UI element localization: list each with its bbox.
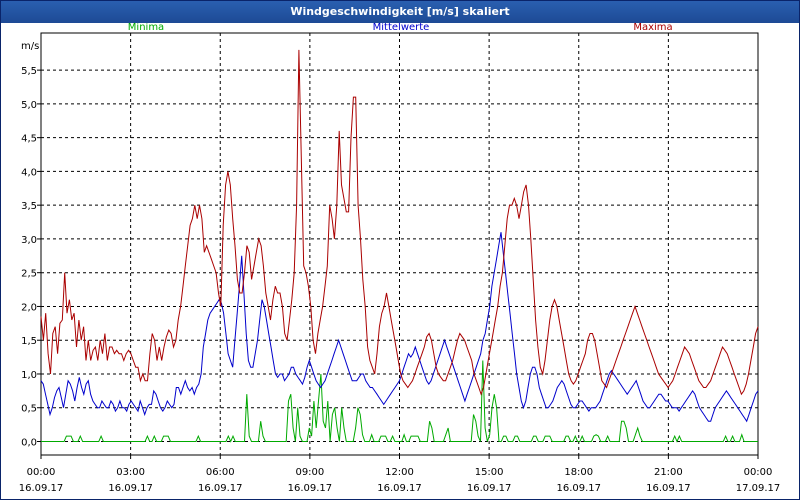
y-tick-label: 1,0	[21, 370, 37, 381]
y-tick-label: 5,0	[21, 100, 37, 111]
series-line-mittelwerte	[40, 232, 759, 423]
x-tick-label-date: 17.09.17	[736, 483, 781, 494]
x-tick-label-time: 18:00	[564, 467, 593, 478]
x-tick-label-date: 16.09.17	[288, 483, 333, 494]
x-tick-label-time: 21:00	[654, 467, 683, 478]
x-tick-label-time: 06:00	[206, 467, 235, 478]
x-tick-label-time: 15:00	[475, 467, 504, 478]
x-tick-label-time: 00:00	[27, 467, 56, 478]
legend-mittelwerte: Mittelwerte	[373, 23, 430, 33]
x-tick-label-date: 16.09.17	[108, 483, 153, 494]
wind-speed-chart: 0,0 0,5 1,0 1,5 2,0 2,5 3,0 3,5 4,0 4,5 5,0 5,5 m/s 0…	[19, 23, 781, 494]
y-tick-label: 3,5	[21, 201, 37, 212]
y-tick-label: 1,5	[21, 336, 37, 347]
x-tick-label-date: 16.09.17	[19, 483, 64, 494]
y-tick-label: 0,5	[21, 404, 37, 415]
window-title: Windgeschwindigkeit [m/s] skaliert	[1, 1, 799, 23]
y-tick-label: 0,0	[21, 437, 37, 448]
x-tick-label-time: 03:00	[116, 467, 145, 478]
y-tick-label: 2,5	[21, 269, 37, 280]
legend-minima: Minima	[128, 23, 164, 33]
x-tick-label-date: 16.09.17	[377, 483, 422, 494]
x-tick-label-time: 00:00	[744, 467, 773, 478]
x-tick-label-date: 16.09.17	[198, 483, 243, 494]
y-tick-label: 4,0	[21, 167, 37, 178]
x-tick-label-time: 09:00	[295, 467, 324, 478]
legend-maxima: Maxima	[633, 23, 672, 33]
x-tick-label-date: 16.09.17	[646, 483, 691, 494]
y-tick-label: 5,5	[21, 66, 37, 77]
chart-window: Windgeschwindigkeit [m/s] skaliert 0,0 0,…	[0, 0, 800, 500]
y-axis-label: m/s	[21, 41, 39, 52]
y-tick-label: 3,0	[21, 235, 37, 246]
x-tick-label-date: 16.09.17	[467, 483, 512, 494]
y-tick-label: 4,5	[21, 134, 37, 145]
x-tick-label-time: 12:00	[385, 467, 414, 478]
x-tick-label-date: 16.09.17	[556, 483, 601, 494]
y-tick-label: 2,0	[21, 302, 37, 313]
